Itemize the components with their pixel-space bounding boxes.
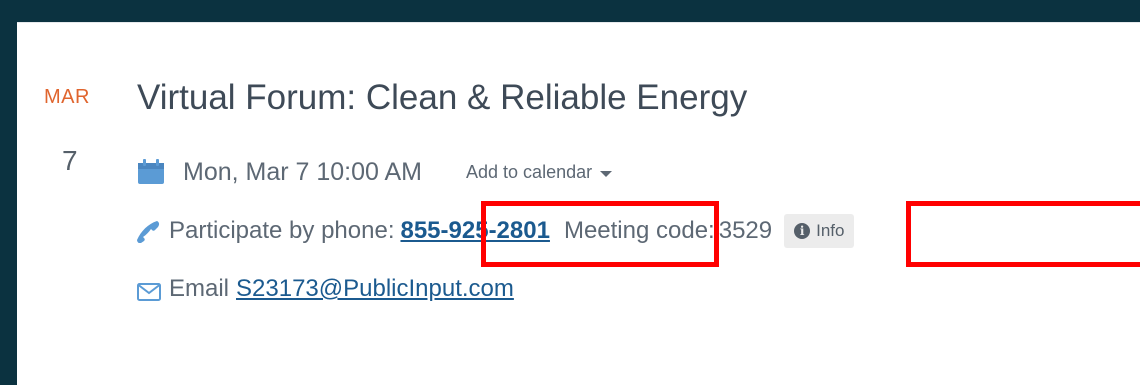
event-datetime: Mon, Mar 7 10:00 AM [183,157,423,186]
envelope-icon [137,280,161,301]
event-phone-row: Participate by phone: 855-925-2801 Meeti… [137,211,855,251]
email-label: Email [169,275,230,302]
add-to-calendar-label: Add to calendar [466,161,593,182]
add-to-calendar-dropdown[interactable]: Add to calendar [466,161,613,183]
event-title: Virtual Forum: Clean & Reliable Energy [137,78,748,117]
event-date-row: Mon, Mar 7 10:00 AM Add to calendar [137,152,613,192]
phone-label: Participate by phone: [169,217,395,244]
phone-number-link[interactable]: 855-925-2801 [400,217,549,245]
info-button[interactable]: i Info [784,214,855,248]
phone-icon [137,219,161,244]
caret-down-icon [600,170,613,177]
info-button-label: Info [816,221,845,240]
meeting-code-label: Meeting code: [563,217,715,244]
event-month: MAR [44,86,90,108]
meeting-code-value: 3529 [718,217,773,244]
event-email-row: Email S23173@PublicInput.com [137,269,514,309]
email-link[interactable]: S23173@PublicInput.com [236,275,514,303]
calendar-icon [137,159,165,185]
event-card [17,22,1140,385]
card-divider [17,22,1140,23]
event-day: 7 [62,145,78,176]
info-circle-icon: i [794,223,811,239]
